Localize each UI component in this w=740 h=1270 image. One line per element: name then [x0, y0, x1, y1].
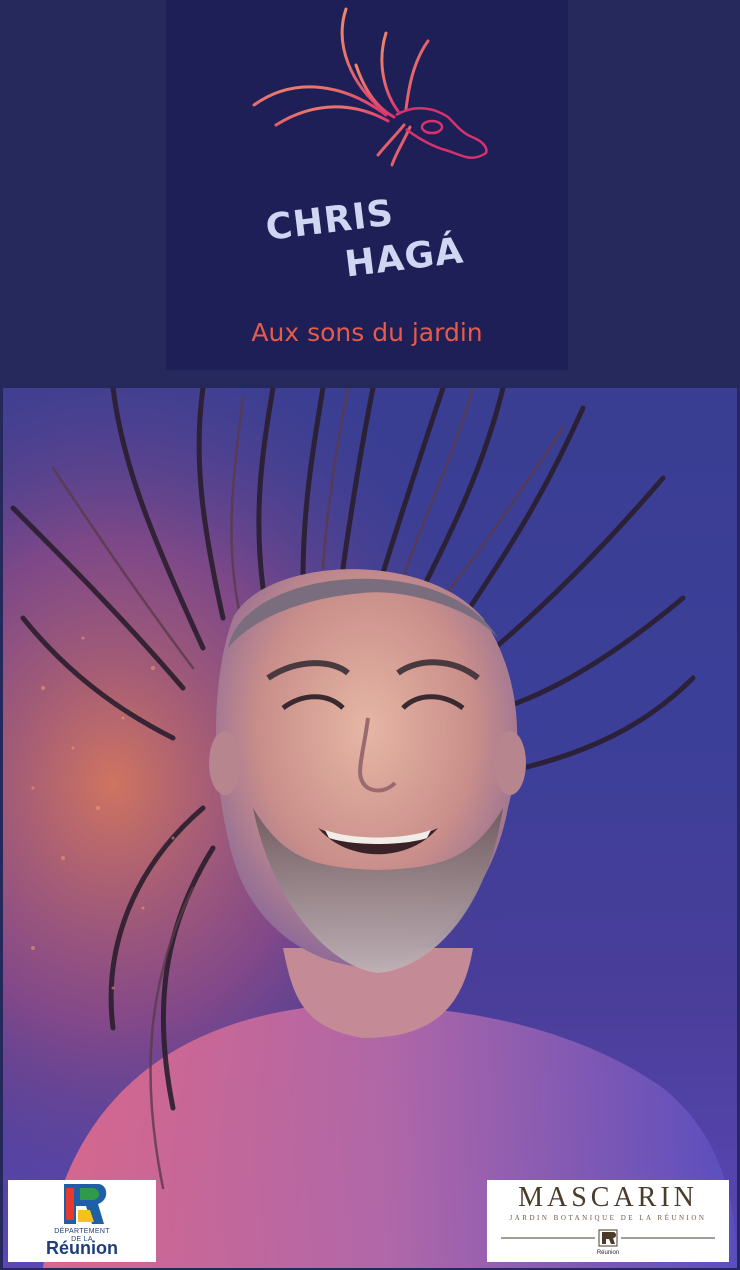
mascarin-logo[interactable]: MASCARIN JARDIN BOTANIQUE DE LA RÉUNION … [487, 1180, 729, 1262]
mascarin-divider-icon [501, 1229, 715, 1247]
logo-panel: CHRIS HAGÁ Aux sons du jardin [166, 0, 568, 370]
portrait-illustration [3, 388, 737, 1268]
hair-face-logo-icon [252, 7, 488, 167]
mascarin-subtitle: JARDIN BOTANIQUE DE LA RÉUNION [509, 1214, 707, 1222]
artist-name: CHRIS HAGÁ [263, 193, 466, 286]
mascarin-name: MASCARIN [518, 1182, 698, 1213]
mascarin-reunion-mini: Réunion [596, 1250, 620, 1256]
artist-name-line2: HAGÁ [342, 229, 466, 285]
reunion-name: Réunion [46, 1238, 118, 1258]
reunion-department-label: DÉPARTEMENT [54, 1228, 110, 1235]
reunion-department-logo[interactable]: DÉPARTEMENT DE LA Réunion [8, 1180, 156, 1262]
artist-portrait-photo [3, 388, 737, 1268]
tagline: Aux sons du jardin [251, 318, 483, 347]
